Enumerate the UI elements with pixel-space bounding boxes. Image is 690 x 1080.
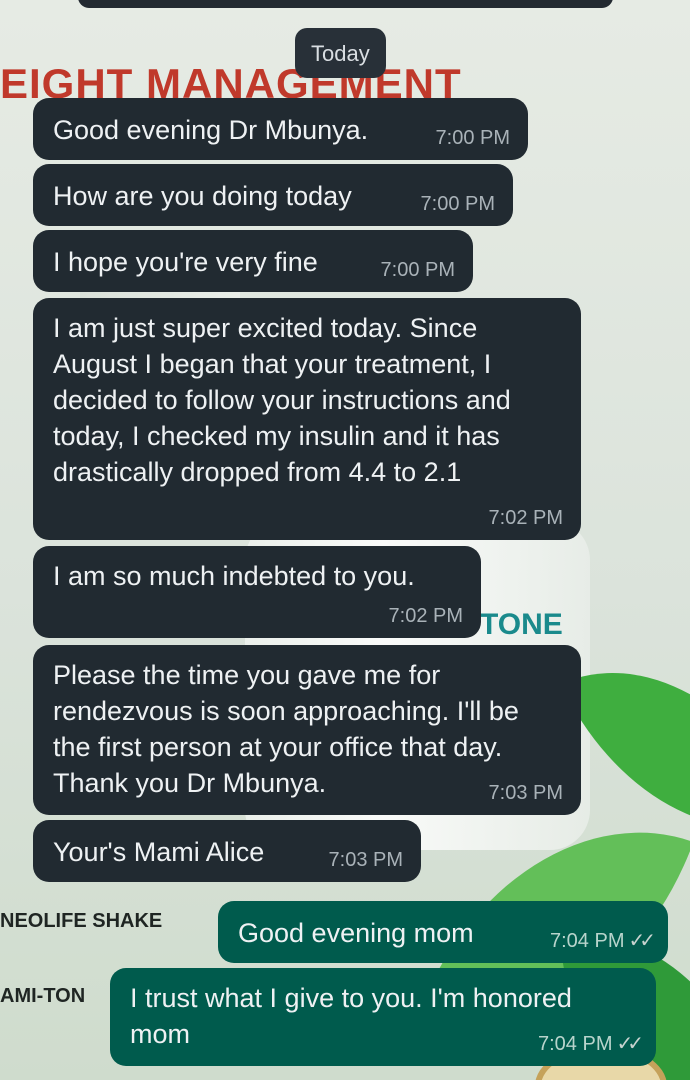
message-text: Please the time you gave me for rendezvo… [53,660,519,798]
message-bubble-incoming[interactable]: I hope you're very fine 7:00 PM [33,230,473,292]
message-bubble-outgoing[interactable]: I trust what I give to you. I'm honored … [110,968,656,1066]
message-meta: 7:04 PM ✓✓ [550,928,656,953]
message-time: 7:00 PM [435,127,510,149]
message-time: 7:02 PM [488,507,563,529]
wallpaper-label-shake: NEOLIFE SHAKE [0,910,163,932]
message-bubble-incoming[interactable]: I am just super excited today. Since Aug… [33,298,581,540]
message-text: I am just super excited today. Since Aug… [53,313,511,487]
read-ticks-icon: ✓✓ [628,930,655,952]
previous-message-bubble[interactable] [78,0,613,8]
message-time: 7:00 PM [420,193,495,215]
wallpaper-brand-text: TONE [480,608,563,641]
message-bubble-outgoing[interactable]: Good evening mom 7:04 PM ✓✓ [218,901,668,963]
message-time: 7:04 PM [538,1033,613,1055]
message-time: 7:04 PM [550,930,625,952]
message-time: 7:02 PM [388,605,463,627]
wallpaper-label-ton: AMI-TON [0,985,86,1007]
message-time: 7:00 PM [380,259,455,281]
message-text: I am so much indebted to you. [53,561,415,591]
message-bubble-incoming[interactable]: Your's Mami Alice 7:03 PM [33,820,421,882]
message-bubble-incoming[interactable]: Good evening Dr Mbunya. 7:00 PM [33,98,528,160]
message-bubble-incoming[interactable]: How are you doing today 7:00 PM [33,164,513,226]
read-ticks-icon: ✓✓ [616,1033,643,1055]
message-time: 7:03 PM [488,782,563,804]
date-separator: Today [295,28,386,78]
message-bubble-incoming[interactable]: I am so much indebted to you. 7:02 PM [33,546,481,638]
message-meta: 7:04 PM ✓✓ [538,1031,644,1056]
message-bubble-incoming[interactable]: Please the time you gave me for rendezvo… [33,645,581,815]
message-time: 7:03 PM [328,849,403,871]
